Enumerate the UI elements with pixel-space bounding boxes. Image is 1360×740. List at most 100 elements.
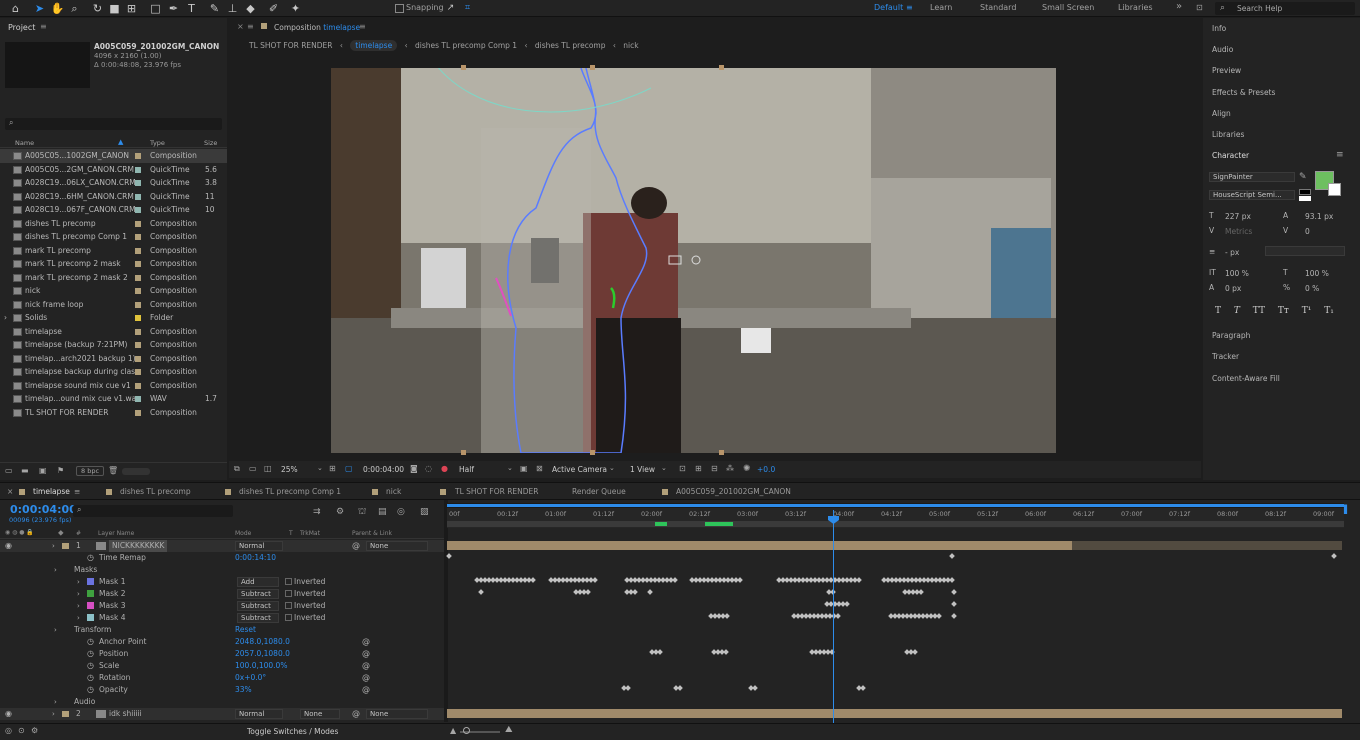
project-item[interactable]: nick Composition bbox=[0, 284, 227, 298]
property-row[interactable]: › Transform Reset bbox=[0, 624, 444, 636]
project-item[interactable]: timelap...arch2021 backup 1) Composition bbox=[0, 352, 227, 366]
panel-menu-icon[interactable]: ≡ bbox=[359, 22, 366, 31]
property-row[interactable]: ◷ Opacity 33% @ bbox=[0, 684, 444, 696]
timeline-search-input[interactable]: ⌕ bbox=[73, 505, 233, 517]
type-tool-icon[interactable]: T bbox=[184, 1, 199, 16]
pick-whip-icon[interactable]: @ bbox=[352, 540, 360, 552]
font-size-value[interactable]: 227 px bbox=[1225, 212, 1251, 221]
search-help-input[interactable]: ⌕ Search Help bbox=[1215, 2, 1355, 15]
kerning-value[interactable]: Metrics bbox=[1225, 227, 1252, 236]
faux-italic-button[interactable]: T bbox=[1234, 306, 1240, 316]
property-row[interactable]: ◷ Rotation 0x+0.0° @ bbox=[0, 672, 444, 684]
transparency-grid-icon[interactable]: ⊠ bbox=[536, 464, 543, 473]
pan-behind-tool-icon[interactable]: ⊞ bbox=[124, 1, 139, 16]
panel-effects-presets[interactable]: Effects & Presets bbox=[1212, 88, 1275, 97]
property-row[interactable]: ◷ Anchor Point 2048.0,1080.0 @ bbox=[0, 636, 444, 648]
stopwatch-icon[interactable]: ◷ bbox=[87, 660, 94, 672]
layer-bound-handle[interactable] bbox=[719, 65, 724, 70]
camera-tool-icon[interactable]: ■ bbox=[107, 1, 122, 16]
new-folder-icon[interactable]: ▬ bbox=[21, 466, 29, 475]
panel-menu-icon[interactable]: ≡ bbox=[74, 487, 80, 496]
brush-tool-icon[interactable]: ✎ bbox=[207, 1, 222, 16]
comp-mini-flowchart-icon[interactable]: ⇉ bbox=[313, 507, 321, 517]
project-item[interactable]: nick frame loop Composition bbox=[0, 298, 227, 312]
panel-tracker[interactable]: Tracker bbox=[1212, 352, 1239, 361]
layer-bar-idk-shiiiii[interactable] bbox=[447, 709, 1342, 718]
layer-bar-nickkkkkkkk[interactable] bbox=[447, 541, 1072, 550]
mask-color-swatch[interactable] bbox=[87, 590, 94, 597]
workspace-menu-icon[interactable]: ≡ bbox=[906, 3, 913, 12]
chevron-down-icon[interactable]: ⌄ bbox=[507, 464, 513, 472]
composition-viewer[interactable] bbox=[331, 68, 1056, 453]
rotate-tool-icon[interactable]: ↻ bbox=[90, 1, 105, 16]
workspace-edit-icon[interactable]: ⊡ bbox=[1196, 3, 1203, 12]
stopwatch-icon[interactable]: ◷ bbox=[87, 648, 94, 660]
keyframe[interactable] bbox=[844, 601, 850, 607]
time-navigator[interactable] bbox=[447, 503, 1344, 508]
pick-whip-icon[interactable]: @ bbox=[362, 648, 370, 660]
snapping-checkbox[interactable] bbox=[395, 4, 404, 13]
white-swatch[interactable] bbox=[1299, 196, 1311, 201]
workspace-default[interactable]: Default bbox=[874, 3, 903, 12]
keyframe[interactable] bbox=[723, 649, 729, 655]
keyframe[interactable] bbox=[752, 685, 758, 691]
keyframe[interactable] bbox=[951, 613, 957, 619]
layer-switches-icon[interactable]: ⊙ bbox=[18, 726, 25, 735]
stopwatch-icon[interactable]: ◷ bbox=[87, 552, 94, 564]
project-item[interactable]: timelapse backup during class Composition bbox=[0, 365, 227, 379]
layer-bound-handle[interactable] bbox=[590, 450, 595, 455]
stopwatch-icon[interactable]: ◷ bbox=[87, 636, 94, 648]
expand-arrow-icon[interactable]: › bbox=[52, 708, 55, 720]
expand-arrow-icon[interactable]: › bbox=[77, 600, 80, 612]
project-item[interactable]: timelapse (backup 7:21PM) Composition bbox=[0, 338, 227, 352]
keyframe[interactable] bbox=[632, 589, 638, 595]
layer-name[interactable]: NICKKKKKKKK bbox=[109, 540, 168, 552]
horizontal-scale-value[interactable]: 100 % bbox=[1305, 269, 1329, 278]
tab-render-queue[interactable]: Render Queue bbox=[572, 487, 626, 496]
label-color-swatch[interactable] bbox=[135, 396, 141, 402]
zoom-out-icon[interactable]: ▲ bbox=[450, 726, 456, 735]
parent-select[interactable]: None bbox=[366, 709, 428, 719]
clone-stamp-tool-icon[interactable]: ⊥ bbox=[225, 1, 240, 16]
col-layer-name[interactable]: Layer Name bbox=[98, 530, 134, 537]
col-type[interactable]: Type bbox=[150, 139, 165, 147]
project-item[interactable]: A028C19...06LX_CANON.CRM QuickTime 3.8 bbox=[0, 176, 227, 190]
layer-bound-handle[interactable] bbox=[461, 450, 466, 455]
workspace-standard[interactable]: Standard bbox=[980, 3, 1016, 12]
keyframe[interactable] bbox=[672, 577, 678, 583]
panel-content-aware-fill[interactable]: Content-Aware Fill bbox=[1212, 374, 1280, 383]
eye-icon[interactable]: ◉ bbox=[5, 708, 12, 720]
project-item[interactable]: TL SHOT FOR RENDER Composition bbox=[0, 406, 227, 420]
flowchart-icon[interactable]: ⚑ bbox=[57, 466, 64, 475]
tab-dishes-tl-precomp[interactable]: dishes TL precomp bbox=[120, 487, 191, 496]
subscript-button[interactable]: T₁ bbox=[1324, 306, 1334, 316]
project-item[interactable]: dishes TL precomp Composition bbox=[0, 217, 227, 231]
label-color-swatch[interactable] bbox=[135, 382, 141, 389]
property-row[interactable]: ◷ Time Remap 0:00:14:10 bbox=[0, 552, 444, 564]
label-color-swatch[interactable] bbox=[135, 315, 141, 321]
eye-icon[interactable]: ◉ bbox=[5, 540, 12, 552]
panel-menu-icon[interactable]: ≡ bbox=[40, 22, 47, 31]
font-family-select[interactable]: SignPainter bbox=[1209, 172, 1295, 182]
keyframe[interactable] bbox=[951, 601, 957, 607]
keyframe[interactable] bbox=[835, 613, 841, 619]
project-item[interactable]: mark TL precomp Composition bbox=[0, 244, 227, 258]
stroke-width-value[interactable]: - px bbox=[1225, 248, 1239, 257]
trash-icon[interactable]: 🗑 bbox=[108, 466, 118, 475]
expand-arrow-icon[interactable]: › bbox=[54, 696, 57, 708]
snap-icon[interactable]: ↗ bbox=[443, 1, 458, 16]
shy-layers-icon[interactable]: ⛫ bbox=[358, 507, 366, 518]
layer-row[interactable]: ◉ › 1 NICKKKKKKKK Normal @ None bbox=[0, 540, 444, 552]
stopwatch-icon[interactable]: ◷ bbox=[87, 672, 94, 684]
project-search-input[interactable]: ⌕ bbox=[5, 118, 222, 130]
exposure-icon[interactable]: ✺ bbox=[743, 464, 751, 474]
breadcrumb-item[interactable]: nick bbox=[623, 41, 638, 50]
small-caps-button[interactable]: Tт bbox=[1278, 306, 1289, 316]
baseline-shift-value[interactable]: 0 px bbox=[1225, 284, 1241, 293]
layer-name[interactable]: idk shiiiii bbox=[109, 708, 142, 720]
expand-arrow-icon[interactable]: › bbox=[77, 576, 80, 588]
eraser-tool-icon[interactable]: ◆ bbox=[243, 1, 258, 16]
keyframe[interactable] bbox=[737, 577, 743, 583]
property-row[interactable]: › Mask 2 Subtract Inverted bbox=[0, 588, 444, 600]
breadcrumb-item[interactable]: TL SHOT FOR RENDER bbox=[249, 41, 333, 50]
